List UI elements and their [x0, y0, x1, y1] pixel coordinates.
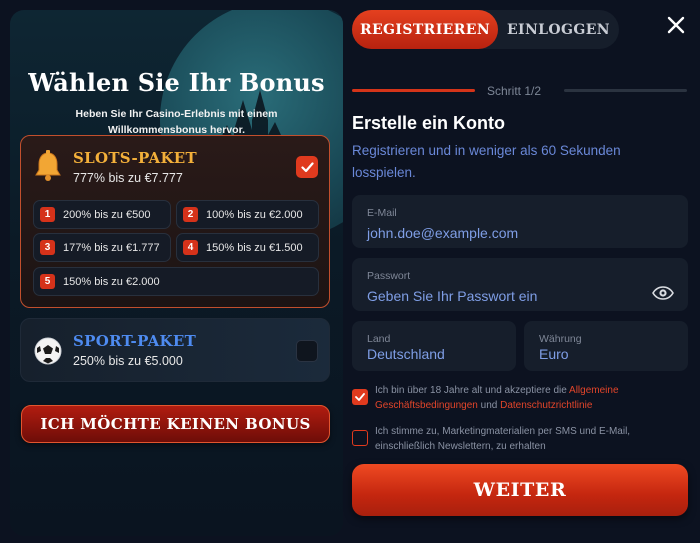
bonus-option-text: 177% bis zu €1.777	[63, 241, 160, 254]
eye-icon[interactable]	[652, 286, 674, 300]
bonus-option-text: 150% bis zu €2.000	[63, 275, 160, 288]
sport-package-card[interactable]: SPORT-PAKET 250% bis zu €5.000	[20, 318, 330, 382]
tab-login[interactable]: EINLOGGEN	[498, 10, 619, 49]
sport-package-name: SPORT-PAKET	[73, 332, 197, 350]
terms-checkbox[interactable]	[352, 389, 368, 405]
bonus-option-5[interactable]: 5 150% bis zu €2.000	[33, 267, 319, 296]
slots-package-name: SLOTS-PAKET	[73, 149, 197, 167]
bonus-option-3[interactable]: 3 177% bis zu €1.777	[33, 233, 171, 262]
bonus-number-badge: 1	[40, 207, 55, 222]
auth-tabs: REGISTRIEREN EINLOGGEN	[352, 10, 619, 49]
terms-text-before: Ich bin über 18 Jahre alt und akzeptiere…	[375, 385, 570, 396]
password-placeholder: Geben Sie Ihr Passwort ein	[367, 288, 538, 304]
email-placeholder: john.doe@example.com	[367, 225, 519, 241]
form-title: Erstelle ein Konto	[352, 113, 506, 133]
marketing-text: Ich stimme zu, Marketingmaterialien per …	[375, 426, 631, 452]
bonus-number-badge: 4	[183, 240, 198, 255]
sport-selected-checkbox[interactable]	[296, 340, 318, 362]
soccer-ball-icon	[34, 337, 62, 365]
bonus-option-text: 200% bis zu €500	[63, 208, 151, 221]
sport-package-description: 250% bis zu €5.000	[73, 354, 183, 368]
bell-icon	[35, 150, 61, 181]
marketing-checkbox[interactable]	[352, 430, 368, 446]
currency-value: Euro	[539, 346, 569, 362]
bonus-panel: Wählen Sie Ihr Bonus Heben Sie Ihr Casin…	[10, 10, 343, 536]
close-icon[interactable]	[666, 15, 686, 35]
bonus-option-text: 150% bis zu €1.500	[206, 241, 303, 254]
terms-text-middle: und	[477, 400, 501, 411]
slots-package-description: 777% bis zu €7.777	[73, 171, 183, 185]
bonus-title: Wählen Sie Ihr Bonus	[28, 68, 325, 97]
bonus-number-badge: 5	[40, 274, 55, 289]
bonus-option-1[interactable]: 1 200% bis zu €500	[33, 200, 171, 229]
bonus-option-2[interactable]: 2 100% bis zu €2.000	[176, 200, 319, 229]
continue-button[interactable]: WEITER	[352, 464, 688, 516]
form-subtitle: Registrieren und in weniger als 60 Sekun…	[352, 143, 621, 180]
country-label: Land	[367, 333, 391, 345]
progress-bar-empty	[564, 89, 687, 92]
password-field[interactable]: Passwort Geben Sie Ihr Passwort ein	[352, 258, 688, 311]
currency-select[interactable]: Währung Euro	[524, 321, 688, 371]
bonus-number-badge: 2	[183, 207, 198, 222]
bonus-option-4[interactable]: 4 150% bis zu €1.500	[176, 233, 319, 262]
checkmark-icon	[355, 393, 365, 401]
password-label: Passwort	[367, 270, 411, 282]
bonus-number-badge: 3	[40, 240, 55, 255]
currency-label: Währung	[539, 333, 582, 345]
checkmark-icon	[300, 161, 314, 172]
progress-bar-filled	[352, 89, 475, 92]
email-field[interactable]: E-Mail john.doe@example.com	[352, 195, 688, 248]
bonus-option-text: 100% bis zu €2.000	[206, 208, 303, 221]
no-bonus-button[interactable]: ICH MÖCHTE KEINEN BONUS	[21, 405, 330, 443]
country-value: Deutschland	[367, 346, 445, 362]
country-select[interactable]: Land Deutschland	[352, 321, 516, 371]
slots-package-card[interactable]: SLOTS-PAKET 777% bis zu €7.777 1 200% bi…	[20, 135, 330, 308]
step-indicator: Schritt 1/2	[487, 84, 542, 98]
bonus-subtitle: Heben Sie Ihr Casino-Erlebnis mit einem …	[75, 108, 278, 136]
tab-register[interactable]: REGISTRIEREN	[352, 10, 498, 49]
privacy-link[interactable]: Datenschutzrichtlinie	[500, 400, 592, 411]
email-label: E-Mail	[367, 207, 397, 219]
terms-text: Ich bin über 18 Jahre alt und akzeptiere…	[375, 383, 675, 413]
slots-selected-checkbox[interactable]	[296, 156, 318, 178]
